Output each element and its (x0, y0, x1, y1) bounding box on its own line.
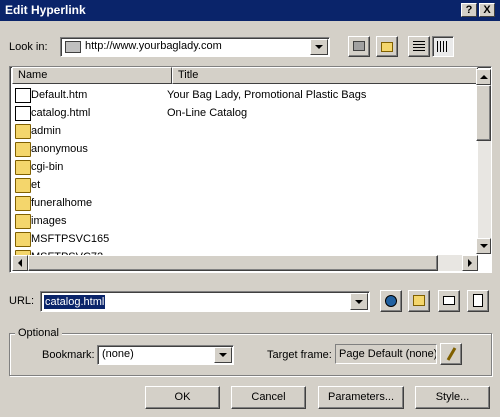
look-in-dropdown[interactable]: http://www.yourbaglady.com (60, 37, 330, 57)
folder-icon (15, 196, 31, 211)
bookmark-label: Bookmark: (42, 349, 95, 361)
bookmark-dropdown[interactable]: (none) (97, 345, 234, 365)
scroll-left-button[interactable] (12, 255, 28, 271)
folder-icon (15, 124, 31, 139)
folder-icon (15, 232, 31, 247)
details-view-button[interactable] (432, 36, 454, 57)
horizontal-scrollbar[interactable] (12, 255, 478, 271)
column-header-title[interactable]: Title (172, 67, 478, 84)
url-input[interactable]: catalog.html (40, 291, 370, 312)
folder-icon (15, 142, 31, 157)
folder-icon (15, 160, 31, 175)
details-view-icon (437, 41, 449, 52)
folder-icon (15, 214, 31, 229)
list-view-button[interactable] (408, 36, 430, 57)
horizontal-scroll-thumb[interactable] (28, 255, 438, 271)
browse-files-button[interactable] (408, 290, 430, 312)
list-item[interactable]: catalog.html On-Line Catalog (12, 104, 478, 122)
globe-icon (385, 295, 397, 307)
scroll-up-button[interactable] (476, 69, 491, 85)
browse-web-button[interactable] (380, 290, 402, 312)
html-file-icon (15, 88, 31, 103)
up-one-level-button[interactable] (348, 36, 370, 57)
target-frame-edit-button[interactable] (440, 343, 462, 365)
html-file-icon (15, 106, 31, 121)
optional-group-label: Optional (15, 327, 62, 339)
look-in-chevron-down-icon[interactable] (310, 39, 328, 55)
web-folder-icon (65, 41, 81, 53)
close-button[interactable]: X (479, 3, 495, 17)
folder-icon (15, 178, 31, 193)
file-rows: Default.htm Your Bag Lady, Promotional P… (12, 86, 478, 265)
list-item[interactable]: funeralhome (12, 194, 478, 212)
window-title: Edit Hyperlink (5, 3, 86, 17)
scroll-right-button[interactable] (462, 255, 478, 271)
email-link-button[interactable] (438, 290, 460, 312)
scroll-down-button[interactable] (476, 238, 491, 254)
file-list[interactable]: Name Title Default.htm Your Bag Lady, Pr… (9, 66, 492, 273)
target-frame-field: Page Default (none) (335, 344, 437, 364)
new-page-icon (473, 294, 483, 307)
list-item[interactable]: Default.htm Your Bag Lady, Promotional P… (12, 86, 478, 104)
list-item[interactable]: MSFTPSVC165 (12, 230, 478, 248)
url-chevron-down-icon[interactable] (350, 293, 368, 310)
pencil-icon (446, 347, 457, 361)
new-page-button[interactable] (467, 290, 489, 312)
up-folder-icon (353, 41, 365, 51)
list-view-icon (413, 41, 425, 52)
create-new-folder-button[interactable] (376, 36, 398, 57)
envelope-icon (443, 296, 455, 305)
url-value: catalog.html (44, 295, 106, 309)
column-header-name[interactable]: Name (12, 67, 172, 84)
vertical-scrollbar[interactable] (476, 69, 491, 254)
list-item[interactable]: cgi-bin (12, 158, 478, 176)
style-button[interactable]: Style... (415, 386, 490, 409)
list-item[interactable]: et (12, 176, 478, 194)
target-frame-label: Target frame: (267, 349, 332, 361)
look-in-value: http://www.yourbaglady.com (85, 40, 222, 52)
bookmark-chevron-down-icon[interactable] (214, 347, 232, 363)
parameters-button[interactable]: Parameters... (318, 386, 404, 409)
bookmark-value: (none) (102, 348, 134, 360)
help-button[interactable]: ? (461, 3, 477, 17)
folder-search-icon (413, 295, 425, 306)
new-folder-icon (381, 42, 393, 52)
url-label: URL: (9, 295, 35, 307)
cancel-button[interactable]: Cancel (231, 386, 306, 409)
list-item[interactable]: admin (12, 122, 478, 140)
look-in-label: Look in: (9, 41, 48, 53)
ok-button[interactable]: OK (145, 386, 220, 409)
vertical-scroll-thumb[interactable] (476, 85, 491, 141)
list-item[interactable]: images (12, 212, 478, 230)
list-item[interactable]: anonymous (12, 140, 478, 158)
title-bar: Edit Hyperlink (0, 0, 500, 21)
